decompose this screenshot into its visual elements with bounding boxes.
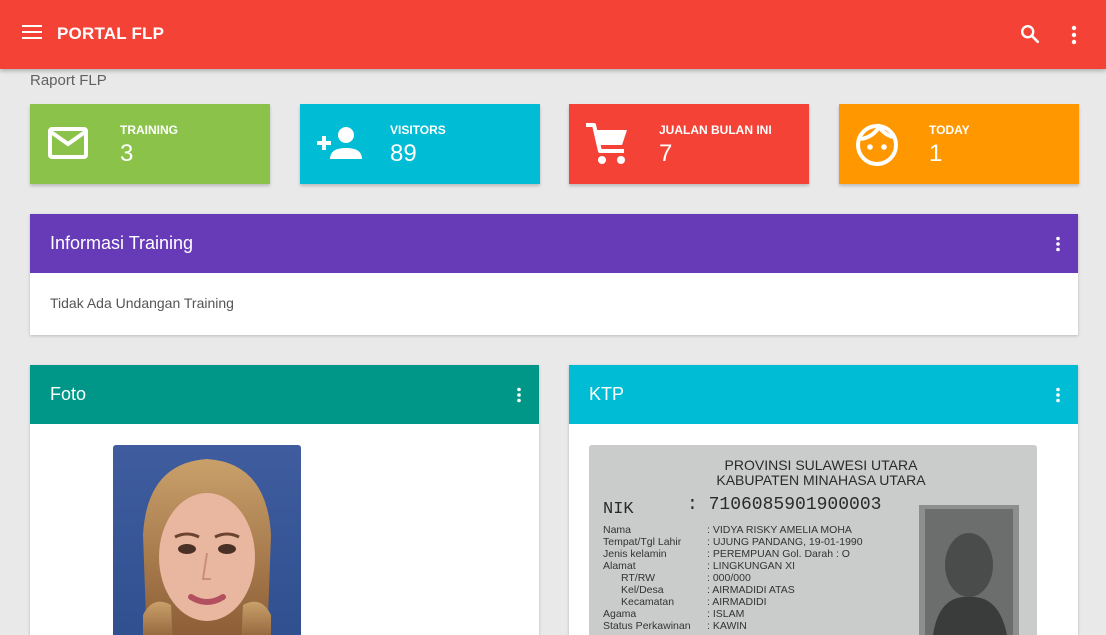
stat-label: JUALAN BULAN INI (659, 123, 772, 137)
face-icon (856, 123, 898, 166)
stat-value: 7 (659, 140, 673, 167)
card-title: KTP (589, 384, 625, 404)
ktp-field-value: : ISLAM (707, 608, 744, 620)
ktp-field-label: Kel/Desa (621, 584, 664, 596)
card-title: Foto (50, 384, 87, 404)
more-vert-icon[interactable] (1066, 24, 1082, 46)
breadcrumb: Raport FLP (30, 72, 107, 89)
ktp-field-label: Jenis kelamin (603, 548, 667, 560)
ktp-field-label: Alamat (603, 560, 636, 572)
hamburger-menu-icon[interactable] (22, 25, 42, 43)
ktp-field-label: Agama (603, 608, 636, 620)
stat-jualan[interactable]: JUALAN BULAN INI 7 (569, 104, 809, 184)
ktp-field-label: Nama (603, 524, 631, 536)
ktp-field-value: : UJUNG PANDANG, 19-01-1990 (707, 536, 863, 548)
ktp-card: KTP PROVINSI SULAWESI UTARA KABUPATEN MI… (569, 365, 1078, 635)
stat-value: 89 (390, 140, 417, 167)
ktp-regency: KABUPATEN MINAHASA UTARA (716, 472, 926, 488)
ktp-field-value: : LINGKUNGAN XI (707, 560, 795, 572)
ktp-nik-label: NIK (603, 500, 634, 519)
profile-photo (113, 445, 301, 635)
stat-label: TRAINING (120, 123, 178, 137)
ktp-field-label: Tempat/Tgl Lahir (603, 536, 682, 548)
stat-visitors[interactable]: VISITORS 89 (300, 104, 540, 184)
person-add-icon (317, 127, 362, 159)
search-icon[interactable] (1019, 23, 1041, 45)
ktp-province: PROVINSI SULAWESI UTARA (725, 457, 919, 473)
cart-icon (586, 123, 627, 164)
ktp-field-value: : AIRMADIDI ATAS (707, 584, 795, 596)
ktp-card-header: KTP (569, 365, 1078, 424)
ktp-field-value: : 000/000 (707, 572, 751, 584)
more-vert-icon[interactable] (1054, 387, 1062, 403)
stat-training[interactable]: TRAINING 3 (30, 104, 270, 184)
more-vert-icon[interactable] (515, 387, 523, 403)
stat-label: TODAY (929, 123, 970, 137)
ktp-field-value: : VIDYA RISKY AMELIA MOHA (707, 524, 852, 536)
foto-card-header: Foto (30, 365, 539, 424)
more-vert-icon[interactable] (1054, 236, 1062, 252)
stat-today[interactable]: TODAY 1 (839, 104, 1079, 184)
stat-value: 3 (120, 140, 134, 167)
training-card: Informasi Training Tidak Ada Undangan Tr… (30, 214, 1078, 335)
stat-value: 1 (929, 140, 943, 167)
card-title: Informasi Training (50, 233, 194, 253)
app-bar: PORTAL FLP (0, 0, 1106, 69)
mail-icon (48, 127, 88, 159)
training-message: Tidak Ada Undangan Training (50, 295, 234, 311)
ktp-nik: : 7106085901900003 (687, 495, 881, 515)
foto-card: Foto (30, 365, 539, 635)
ktp-field-value: : KAWIN (707, 620, 747, 632)
training-card-header: Informasi Training (30, 214, 1078, 273)
stat-label: VISITORS (390, 123, 446, 137)
app-title: PORTAL FLP (57, 24, 165, 43)
ktp-field-value: : AIRMADIDI (707, 596, 767, 608)
ktp-field-label: Kecamatan (621, 596, 674, 608)
ktp-field-label: RT/RW (621, 572, 655, 584)
ktp-field-value: : PEREMPUAN Gol. Darah : O (707, 548, 850, 560)
ktp-field-label: Status Perkawinan (603, 620, 691, 632)
ktp-id-card-image: PROVINSI SULAWESI UTARA KABUPATEN MINAHA… (589, 445, 1037, 635)
